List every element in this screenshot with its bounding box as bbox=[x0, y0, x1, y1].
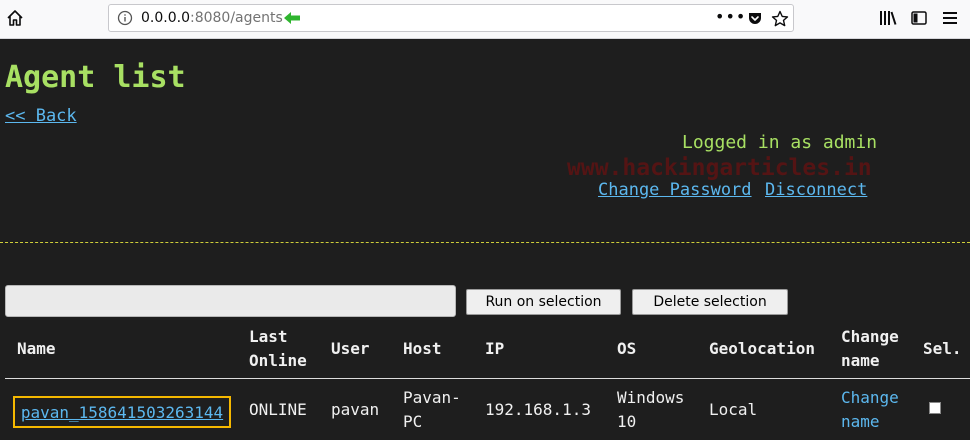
pocket-icon[interactable] bbox=[747, 11, 763, 27]
cell-os-2: 10 bbox=[617, 412, 637, 431]
change-name-link-2[interactable]: name bbox=[841, 410, 880, 434]
select-checkbox[interactable] bbox=[929, 402, 941, 414]
cell-host-2: PC bbox=[403, 412, 423, 431]
header-user: User bbox=[331, 339, 370, 358]
header-name: Name bbox=[17, 339, 56, 358]
cell-geolocation: Local bbox=[709, 400, 758, 419]
sidebar-icon[interactable] bbox=[911, 10, 927, 26]
watermark: www.hackingarticles.in bbox=[567, 155, 872, 181]
header-sel: Sel. bbox=[923, 339, 962, 358]
cell-host-1: Pavan- bbox=[403, 388, 461, 407]
command-input[interactable] bbox=[5, 285, 456, 317]
green-arrow-icon bbox=[284, 12, 300, 24]
agent-name-cell: pavan_158641503263144 bbox=[13, 396, 231, 428]
url-text: 0.0.0.0:8080/agents bbox=[141, 10, 283, 26]
change-password-link[interactable]: Change Password bbox=[598, 180, 752, 200]
disconnect-link[interactable]: Disconnect bbox=[765, 180, 867, 200]
url-path: :8080/agents bbox=[189, 10, 283, 26]
change-name-link-1[interactable]: Change bbox=[841, 386, 899, 410]
info-icon[interactable] bbox=[117, 10, 133, 26]
page-actions-menu[interactable]: ••• bbox=[715, 7, 746, 26]
logged-in-status: Logged in as admin bbox=[682, 132, 878, 153]
browser-toolbar: 0.0.0.0:8080/agents ••• bbox=[0, 0, 970, 39]
cell-user: pavan bbox=[331, 400, 380, 419]
header-change-name-2: name bbox=[841, 351, 880, 370]
header-os: OS bbox=[617, 339, 637, 358]
url-host: 0.0.0.0 bbox=[141, 10, 190, 26]
delete-selection-button[interactable]: Delete selection bbox=[632, 289, 788, 315]
header-geolocation: Geolocation bbox=[709, 339, 815, 358]
section-divider bbox=[0, 242, 970, 243]
cell-ip: 192.168.1.3 bbox=[485, 400, 591, 419]
cell-last-online: ONLINE bbox=[249, 400, 307, 419]
header-change-name-1: Change bbox=[841, 327, 899, 346]
library-icon[interactable] bbox=[879, 10, 897, 26]
change-name-link-text-2[interactable]: name bbox=[841, 412, 880, 431]
table-header-separator bbox=[5, 378, 970, 379]
header-last-online-1: Last bbox=[249, 327, 288, 346]
star-icon[interactable] bbox=[771, 10, 789, 28]
page-title: Agent list bbox=[5, 60, 186, 95]
run-on-selection-button[interactable]: Run on selection bbox=[466, 289, 621, 315]
header-host: Host bbox=[403, 339, 442, 358]
agent-name-link[interactable]: pavan_158641503263144 bbox=[21, 403, 223, 422]
header-ip: IP bbox=[485, 339, 505, 358]
address-bar[interactable]: 0.0.0.0:8080/agents ••• bbox=[108, 4, 794, 32]
hamburger-menu-icon[interactable] bbox=[942, 10, 958, 26]
home-icon[interactable] bbox=[6, 9, 24, 27]
cell-os-1: Windows bbox=[617, 388, 685, 407]
back-link[interactable]: << Back bbox=[5, 106, 77, 126]
change-name-link-text-1[interactable]: Change bbox=[841, 388, 899, 407]
header-last-online-2: Online bbox=[249, 351, 307, 370]
